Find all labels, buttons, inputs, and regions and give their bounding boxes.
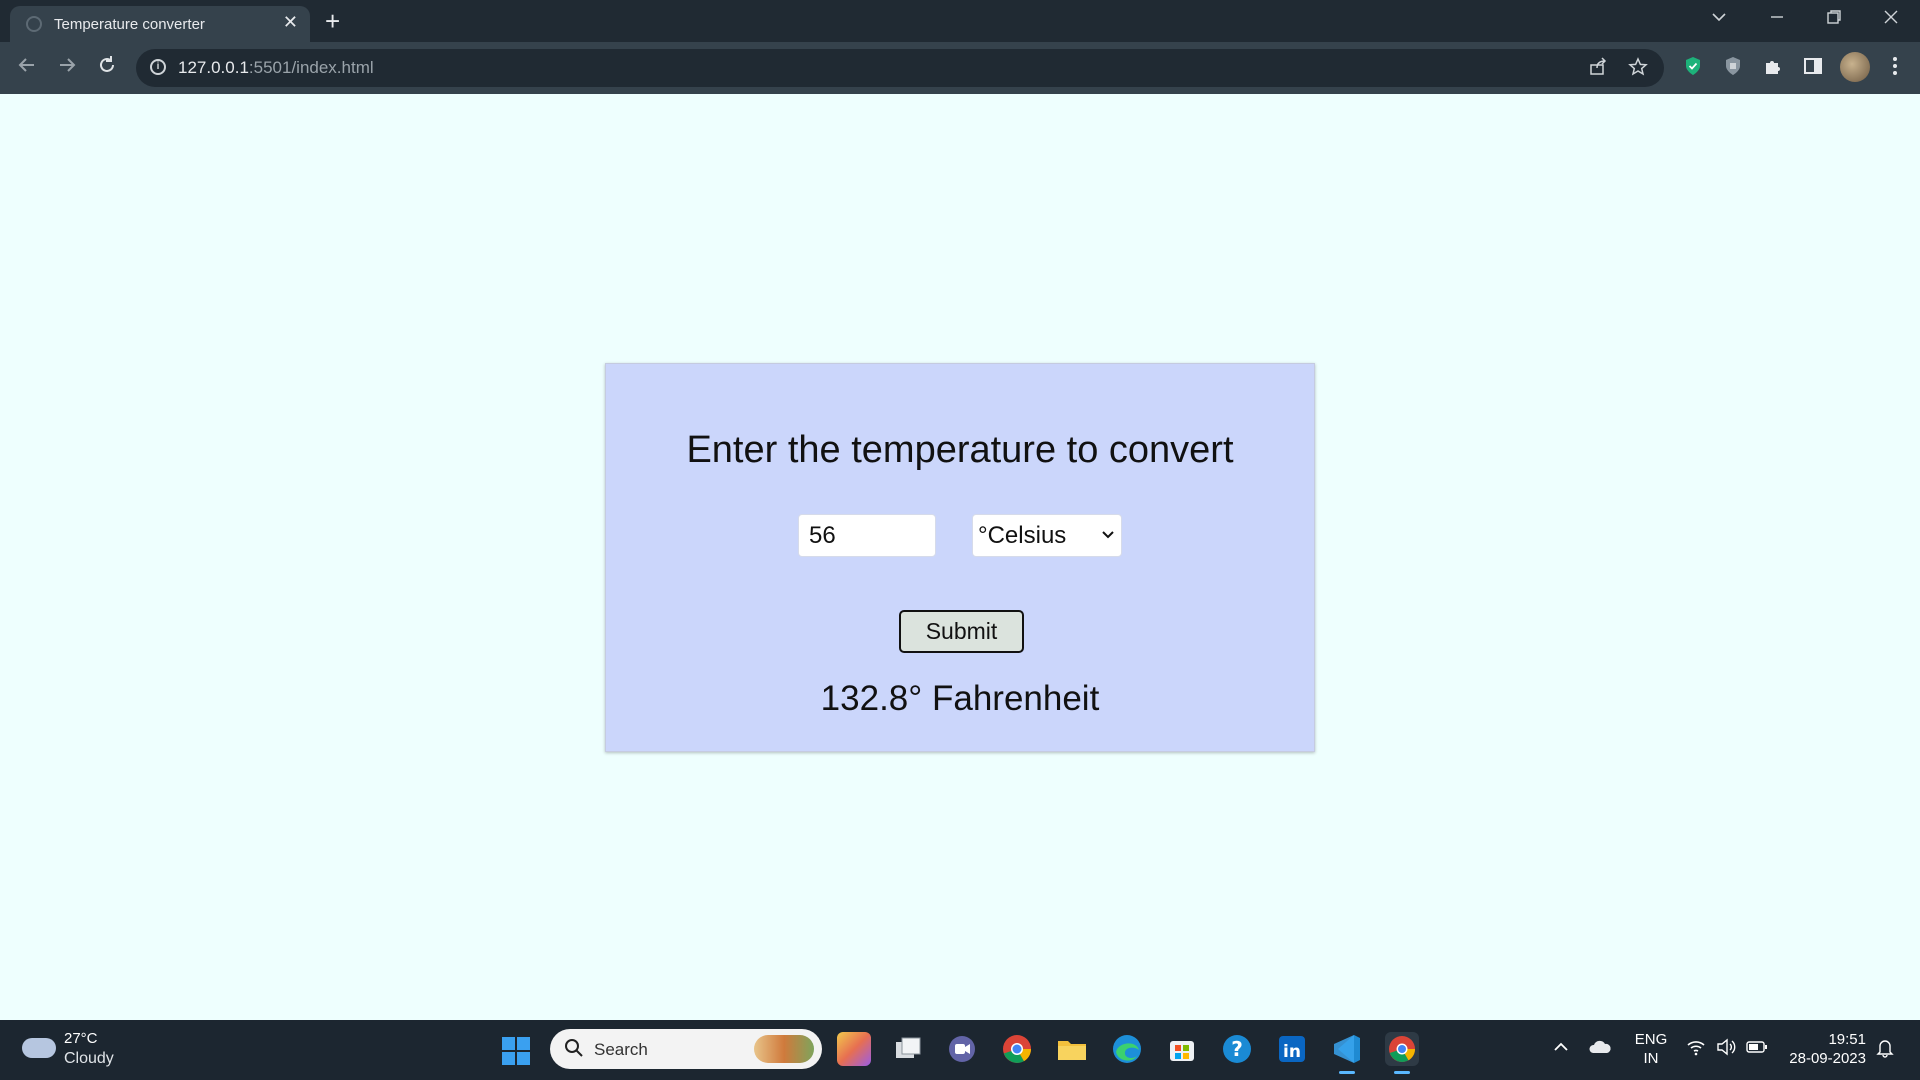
windows-start-icon[interactable] bbox=[502, 1037, 530, 1065]
puzzle-extensions-icon[interactable] bbox=[1762, 55, 1786, 79]
help-app-icon[interactable]: ? bbox=[1220, 1032, 1254, 1066]
page-heading: Enter the temperature to convert bbox=[686, 429, 1234, 471]
bookmark-star-icon[interactable] bbox=[1628, 57, 1648, 83]
unit-select[interactable]: °Celsius bbox=[972, 514, 1122, 557]
copilot-app-icon[interactable] bbox=[837, 1032, 871, 1066]
teams-chat-icon[interactable] bbox=[945, 1032, 979, 1066]
shield-check-extension-icon[interactable] bbox=[1682, 55, 1706, 79]
svg-text:in: in bbox=[1283, 1042, 1301, 1062]
url-path: :5501/index.html bbox=[248, 58, 374, 77]
svg-text:?: ? bbox=[1231, 1037, 1243, 1061]
share-icon[interactable] bbox=[1588, 57, 1608, 83]
reload-icon[interactable] bbox=[96, 54, 118, 82]
volume-icon[interactable] bbox=[1716, 1038, 1736, 1061]
tab-close-icon[interactable]: ✕ bbox=[283, 12, 298, 33]
tab-search-icon[interactable] bbox=[1710, 8, 1728, 31]
cloud-weather-icon[interactable] bbox=[22, 1038, 56, 1058]
windows-taskbar: 27°C Cloudy Search ? in ENG IN 19:51 28-… bbox=[0, 1020, 1920, 1080]
address-bar[interactable]: i 127.0.0.1:5501/index.html bbox=[136, 49, 1664, 87]
clock-time: 19:51 bbox=[1828, 1031, 1866, 1048]
taskbar-search-box[interactable]: Search bbox=[550, 1029, 822, 1069]
minimize-icon[interactable] bbox=[1768, 8, 1786, 31]
search-placeholder: Search bbox=[594, 1040, 648, 1059]
language-code: ENG bbox=[1634, 1031, 1668, 1048]
submit-button[interactable]: Submit bbox=[899, 610, 1024, 653]
microsoft-store-icon[interactable] bbox=[1165, 1032, 1199, 1066]
site-info-icon[interactable]: i bbox=[150, 59, 166, 75]
conversion-result: 132.8° Fahrenheit bbox=[820, 679, 1100, 718]
address-url[interactable]: 127.0.0.1:5501/index.html bbox=[178, 58, 374, 78]
wifi-icon[interactable] bbox=[1686, 1038, 1706, 1061]
search-highlight-illustration bbox=[754, 1035, 814, 1063]
language-indicator[interactable]: ENG IN bbox=[1634, 1030, 1668, 1068]
restore-icon[interactable] bbox=[1825, 8, 1843, 31]
edge-app-icon[interactable] bbox=[1110, 1032, 1144, 1066]
browser-toolbar: i 127.0.0.1:5501/index.html bbox=[0, 42, 1920, 94]
chevron-up-icon[interactable] bbox=[1552, 1038, 1570, 1061]
browser-tab[interactable]: Temperature converter ✕ bbox=[10, 6, 310, 42]
file-explorer-icon[interactable] bbox=[1055, 1032, 1089, 1066]
profile-avatar[interactable] bbox=[1840, 52, 1870, 82]
temperature-input[interactable] bbox=[798, 514, 936, 557]
shield-extension-icon[interactable] bbox=[1722, 55, 1746, 79]
task-view-icon[interactable] bbox=[891, 1032, 925, 1066]
system-clock[interactable]: 19:51 28-09-2023 bbox=[1786, 1030, 1866, 1068]
back-arrow-icon[interactable] bbox=[16, 54, 38, 82]
globe-icon bbox=[26, 16, 42, 32]
chevron-down-icon bbox=[1101, 515, 1115, 572]
chrome-active-app-icon[interactable] bbox=[1385, 1032, 1419, 1074]
onedrive-cloud-icon[interactable] bbox=[1588, 1038, 1612, 1061]
vscode-app-icon[interactable] bbox=[1330, 1032, 1364, 1074]
notification-bell-icon[interactable] bbox=[1876, 1038, 1894, 1063]
region-code: IN bbox=[1643, 1050, 1659, 1067]
weather-temperature[interactable]: 27°C bbox=[64, 1030, 98, 1047]
search-icon bbox=[564, 1038, 584, 1064]
linkedin-app-icon[interactable]: in bbox=[1275, 1032, 1309, 1066]
weather-condition[interactable]: Cloudy bbox=[64, 1050, 114, 1068]
battery-icon[interactable] bbox=[1746, 1038, 1768, 1061]
clock-date: 28-09-2023 bbox=[1789, 1050, 1866, 1067]
page-viewport: Enter the temperature to convert °Celsiu… bbox=[0, 94, 1920, 1020]
side-panel-icon[interactable] bbox=[1802, 55, 1826, 79]
url-host: 127.0.0.1 bbox=[178, 58, 249, 77]
close-window-icon[interactable] bbox=[1882, 8, 1900, 31]
unit-select-value: °Celsius bbox=[978, 522, 1067, 549]
converter-card: Enter the temperature to convert °Celsiu… bbox=[605, 363, 1315, 752]
chrome-app-icon[interactable] bbox=[1000, 1032, 1034, 1066]
forward-arrow-icon[interactable] bbox=[56, 54, 78, 82]
browser-titlebar: Temperature converter ✕ + bbox=[0, 0, 1920, 42]
tab-title: Temperature converter bbox=[54, 16, 205, 33]
new-tab-button[interactable]: + bbox=[325, 6, 340, 37]
more-menu-icon[interactable] bbox=[1884, 55, 1908, 79]
